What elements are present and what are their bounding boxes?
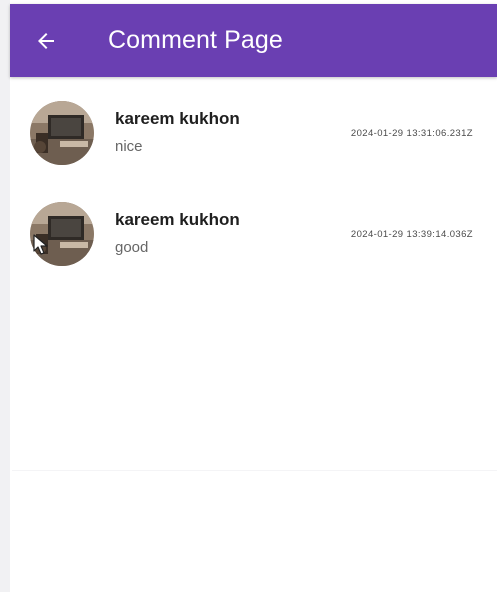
comment-text: good [115, 239, 149, 256]
comment-item[interactable]: kareem kukhon nice 2024-01-29 13:31:06.2… [10, 77, 497, 178]
comment-timestamp: 2024-01-29 13:31:06.231Z [350, 128, 473, 139]
page-title: Comment Page [108, 26, 283, 54]
comment-text: nice [115, 138, 143, 155]
arrow-left-icon [38, 32, 54, 49]
comment-item[interactable]: kareem kukhon good 2024-01-29 13:39:14.0… [10, 178, 497, 279]
back-button[interactable] [26, 21, 66, 61]
screen-edge [0, 0, 10, 592]
app-bar: Comment Page [10, 4, 497, 77]
empty-area [12, 298, 497, 471]
mouse-cursor-icon [33, 234, 48, 255]
comment-list: kareem kukhon nice 2024-01-29 13:31:06.2… [10, 77, 497, 279]
comment-timestamp: 2024-01-29 13:39:14.036Z [350, 229, 473, 240]
comment-author: kareem kukhon [115, 109, 240, 128]
avatar[interactable] [30, 101, 94, 165]
comment-author: kareem kukhon [115, 210, 240, 229]
